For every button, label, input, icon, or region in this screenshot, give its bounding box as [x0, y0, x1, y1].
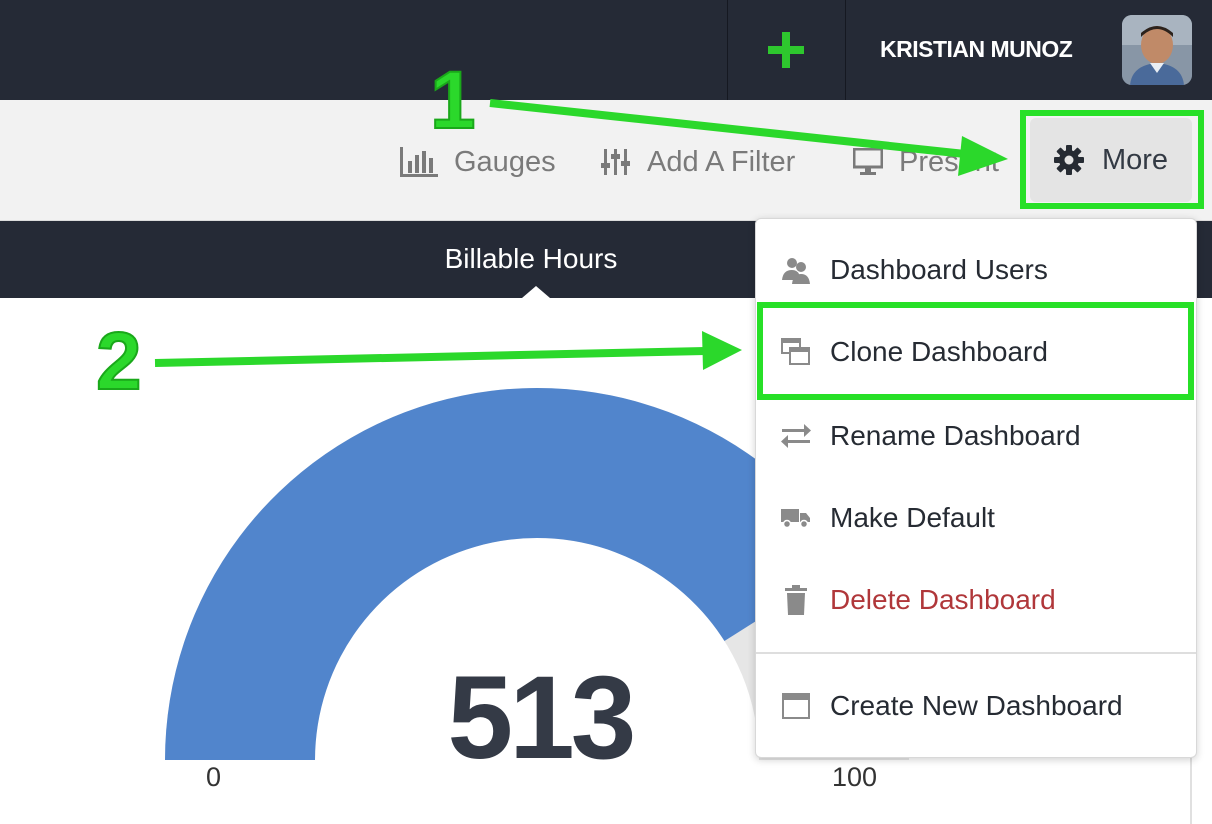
menu-item-rename-dashboard[interactable]: Rename Dashboard	[756, 406, 1196, 466]
add-button[interactable]	[727, 0, 845, 100]
avatar-image	[1122, 15, 1192, 85]
menu-item-delete-dashboard[interactable]: Delete Dashboard	[756, 570, 1196, 630]
gauges-button[interactable]: Gauges	[400, 140, 556, 184]
menu-item-label: Create New Dashboard	[830, 690, 1123, 721]
menu-divider	[756, 652, 1196, 654]
truck-icon	[780, 502, 812, 534]
annotation-step-1: 1	[429, 54, 477, 147]
active-tab-caret	[522, 286, 550, 298]
avatar[interactable]	[1122, 15, 1192, 85]
present-button[interactable]: Present	[853, 140, 999, 184]
gauge-value: 513	[447, 652, 637, 784]
topbar-divider	[845, 0, 846, 100]
swap-arrows-icon	[780, 420, 812, 452]
users-icon	[780, 254, 812, 286]
trash-icon	[780, 584, 812, 616]
highlight-clone-dashboard	[757, 302, 1194, 400]
menu-item-create-new-dashboard[interactable]: Create New Dashboard	[756, 676, 1196, 736]
menu-item-label: Delete Dashboard	[830, 584, 1056, 615]
monitor-icon	[853, 148, 883, 175]
window-icon	[780, 690, 812, 722]
menu-item-label: Make Default	[830, 502, 995, 533]
annotation-step-2: 2	[95, 315, 143, 408]
menu-item-make-default[interactable]: Make Default	[756, 488, 1196, 548]
more-dropdown-menu: Dashboard Users Clone Dashboard Rename D…	[755, 218, 1197, 758]
add-filter-label: Add A Filter	[647, 145, 796, 178]
menu-item-dashboard-users[interactable]: Dashboard Users	[756, 240, 1196, 300]
bar-chart-icon	[400, 147, 438, 177]
menu-item-label: Rename Dashboard	[830, 420, 1081, 451]
menu-item-label: Dashboard Users	[830, 254, 1048, 285]
gauge-max-label: 100	[832, 762, 878, 792]
highlight-more-button	[1020, 110, 1204, 209]
plus-icon	[768, 32, 804, 68]
top-navigation-bar: KRISTIAN MUNOZ	[0, 0, 1212, 100]
sliders-icon	[601, 149, 630, 175]
gauges-label: Gauges	[454, 145, 556, 178]
present-label: Present	[899, 145, 999, 178]
gauge-min-label: 0	[206, 762, 222, 792]
user-name[interactable]: KRISTIAN MUNOZ	[880, 36, 1073, 63]
add-filter-button[interactable]: Add A Filter	[601, 140, 795, 184]
